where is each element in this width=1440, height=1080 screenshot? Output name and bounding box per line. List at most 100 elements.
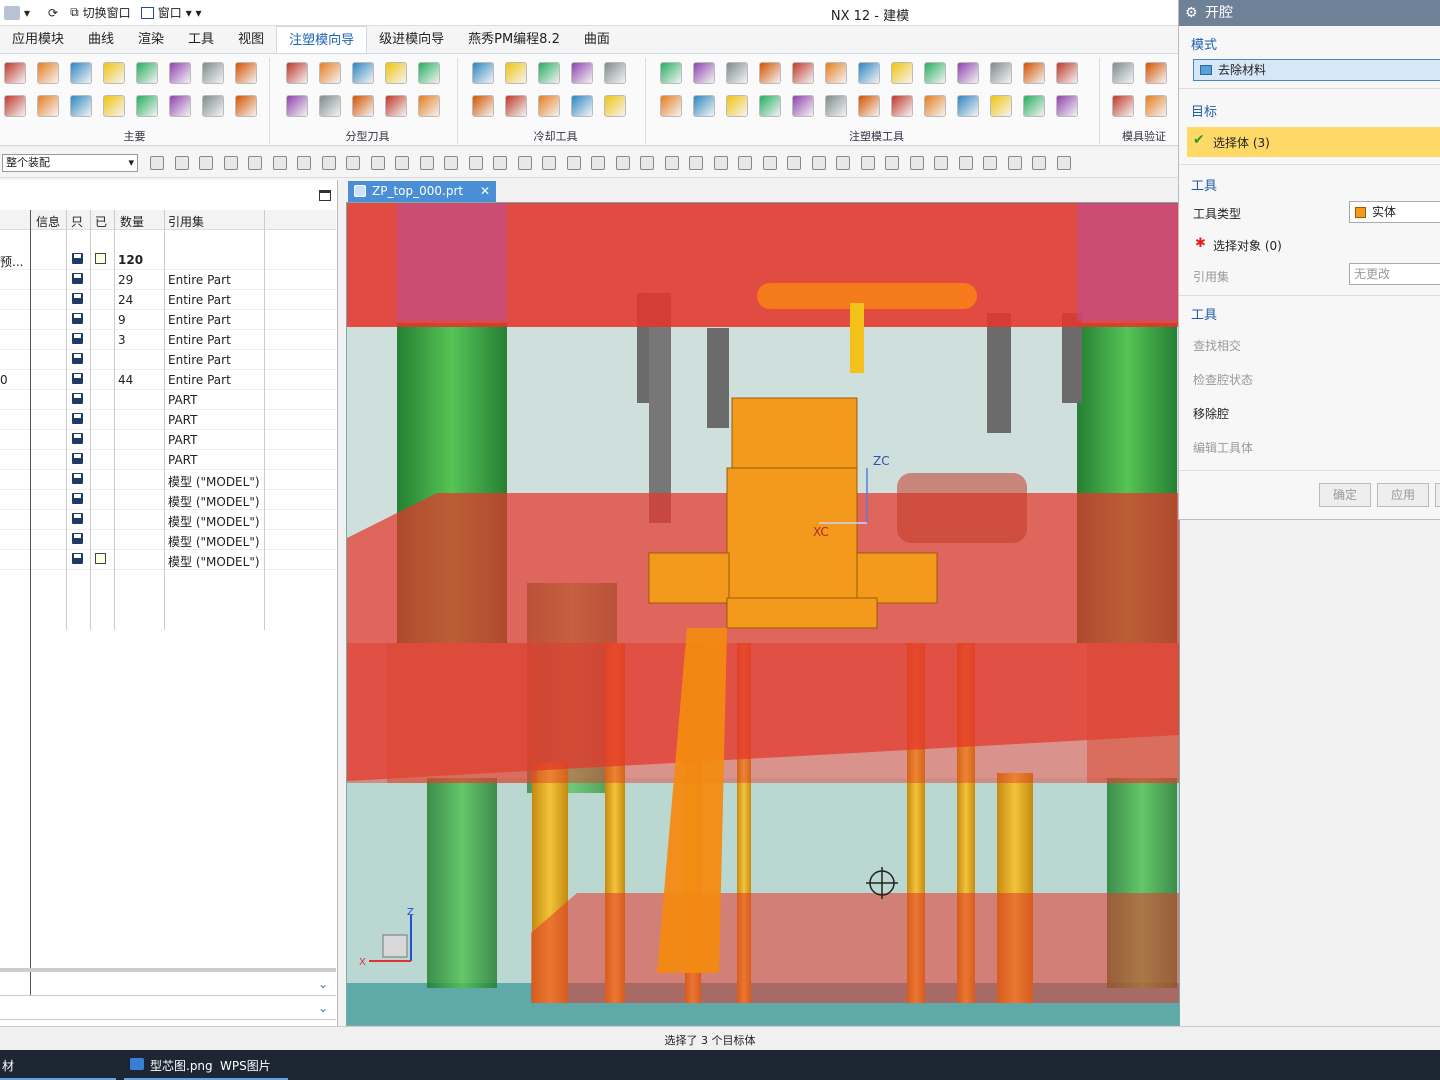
ribbon-tool-icon[interactable]	[891, 95, 913, 117]
table-row[interactable]: 29 Entire Part	[0, 270, 336, 290]
selection-tool-icon[interactable]	[174, 156, 189, 170]
mold-assembly-model[interactable]: Z X XC ZC	[347, 203, 1180, 1026]
ribbon-tool-icon[interactable]	[235, 62, 257, 84]
preview-panel-header[interactable]: ⌄	[0, 998, 336, 1020]
close-icon[interactable]: ✕	[480, 181, 490, 202]
save-icon[interactable]	[72, 313, 83, 324]
ribbon-tool-icon[interactable]	[4, 95, 26, 117]
selection-tool-icon[interactable]	[811, 156, 826, 170]
ribbon-tool-icon[interactable]	[37, 62, 59, 84]
table-row[interactable]: 模型 ("MODEL")	[0, 550, 336, 570]
selection-tool-icon[interactable]	[517, 156, 532, 170]
ribbon-tool-icon[interactable]	[957, 95, 979, 117]
ribbon-tool-icon[interactable]	[1056, 62, 1078, 84]
ribbon-tool-icon[interactable]	[103, 95, 125, 117]
ribbon-tool-icon[interactable]	[726, 62, 748, 84]
table-row[interactable]: PART	[0, 410, 336, 430]
tool-section-header[interactable]: 工具	[1191, 175, 1217, 194]
ribbon-tool-icon[interactable]	[726, 95, 748, 117]
edit-icon[interactable]	[95, 553, 106, 564]
save-icon[interactable]	[72, 393, 83, 404]
ribbon-tool-icon[interactable]	[70, 62, 92, 84]
save-icon[interactable]	[72, 513, 83, 524]
ribbon-tool-icon[interactable]	[825, 62, 847, 84]
ribbon-tool-icon[interactable]	[352, 62, 374, 84]
menu-tab-4[interactable]: 视图	[226, 26, 276, 53]
ribbon-tool-icon[interactable]	[103, 62, 125, 84]
menu-tab-0[interactable]: 应用模块	[0, 26, 76, 53]
table-row[interactable]: 24 Entire Part	[0, 290, 336, 310]
edit-tool-body-button[interactable]: 编辑工具体	[1193, 439, 1253, 456]
save-icon[interactable]	[72, 253, 83, 264]
save-icon[interactable]	[72, 373, 83, 384]
ribbon-tool-icon[interactable]	[924, 62, 946, 84]
save-icon[interactable]	[72, 453, 83, 464]
ribbon-tool-icon[interactable]	[385, 95, 407, 117]
selection-tool-icon[interactable]	[909, 156, 924, 170]
ribbon-tool-icon[interactable]	[1023, 62, 1045, 84]
selection-tool-icon[interactable]	[321, 156, 336, 170]
table-row[interactable]: 0 44 Entire Part	[0, 370, 336, 390]
table-row[interactable]: 9 Entire Part	[0, 310, 336, 330]
table-row[interactable]: 模型 ("MODEL")	[0, 530, 336, 550]
ribbon-tool-icon[interactable]	[792, 62, 814, 84]
selection-tool-icon[interactable]	[958, 156, 973, 170]
menu-tab-2[interactable]: 渲染	[126, 26, 176, 53]
ribbon-tool-icon[interactable]	[538, 95, 560, 117]
ribbon-tool-icon[interactable]	[418, 62, 440, 84]
selection-tool-icon[interactable]	[346, 156, 360, 170]
table-row[interactable]: PART	[0, 450, 336, 470]
ribbon-tool-icon[interactable]	[1145, 95, 1167, 117]
selection-tool-icon[interactable]	[150, 156, 164, 170]
save-icon[interactable]	[72, 273, 83, 284]
ribbon-tool-icon[interactable]	[1023, 95, 1045, 117]
remove-cavity-button[interactable]: 移除腔	[1193, 405, 1229, 422]
ribbon-tool-icon[interactable]	[319, 62, 341, 84]
assembly-filter-select[interactable]: 整个装配 ▾	[2, 154, 138, 172]
selection-tool-icon[interactable]	[395, 156, 409, 170]
ribbon-tool-icon[interactable]	[957, 62, 979, 84]
tool-type-select[interactable]: 实体	[1349, 201, 1440, 223]
ribbon-tool-icon[interactable]	[990, 62, 1012, 84]
selection-tool-icon[interactable]	[787, 156, 801, 170]
selection-tool-icon[interactable]	[444, 156, 458, 170]
menu-tab-5[interactable]: 注塑模向导	[276, 26, 368, 53]
ribbon-tool-icon[interactable]	[235, 95, 257, 117]
ribbon-tool-icon[interactable]	[858, 95, 880, 117]
ribbon-tool-icon[interactable]	[70, 95, 92, 117]
ribbon-tool-icon[interactable]	[792, 95, 814, 117]
save-icon[interactable]	[72, 433, 83, 444]
target-section-header[interactable]: 目标	[1191, 101, 1217, 120]
selection-tool-icon[interactable]	[1056, 156, 1071, 170]
col-info[interactable]: 信息	[36, 213, 60, 230]
selection-tool-icon[interactable]	[248, 156, 262, 170]
ribbon-tool-icon[interactable]	[1112, 95, 1134, 117]
menu-tab-1[interactable]: 曲线	[76, 26, 126, 53]
ribbon-tool-icon[interactable]	[505, 62, 527, 84]
ribbon-tool-icon[interactable]	[169, 62, 191, 84]
ribbon-tool-icon[interactable]	[202, 62, 224, 84]
mode-section-header[interactable]: 模式	[1191, 34, 1217, 53]
selection-tool-icon[interactable]	[223, 156, 238, 170]
selection-tool-icon[interactable]	[542, 156, 556, 170]
ribbon-tool-icon[interactable]	[1145, 62, 1167, 84]
ribbon-tool-icon[interactable]	[759, 62, 781, 84]
chevron-down-icon[interactable]: ⌄	[318, 1001, 328, 1015]
edit-icon[interactable]	[95, 253, 106, 264]
ribbon-tool-icon[interactable]	[604, 95, 626, 117]
ribbon-tool-icon[interactable]	[924, 95, 946, 117]
selection-tool-icon[interactable]	[762, 156, 777, 170]
save-icon[interactable]	[72, 473, 83, 484]
ribbon-tool-icon[interactable]	[604, 62, 626, 84]
save-icon[interactable]	[72, 333, 83, 344]
ribbon-tool-icon[interactable]	[825, 95, 847, 117]
menu-tab-7[interactable]: 燕秀PM编程8.2	[456, 26, 572, 53]
selection-tool-icon[interactable]	[934, 156, 948, 170]
table-row[interactable]: 3 Entire Part	[0, 330, 336, 350]
save-icon[interactable]	[72, 493, 83, 504]
ribbon-tool-icon[interactable]	[891, 62, 913, 84]
document-tab[interactable]: ZP_top_000.prt ✕	[348, 181, 496, 202]
table-row[interactable]: 模型 ("MODEL")	[0, 490, 336, 510]
selection-tool-icon[interactable]	[468, 156, 483, 170]
save-icon[interactable]	[72, 353, 83, 364]
